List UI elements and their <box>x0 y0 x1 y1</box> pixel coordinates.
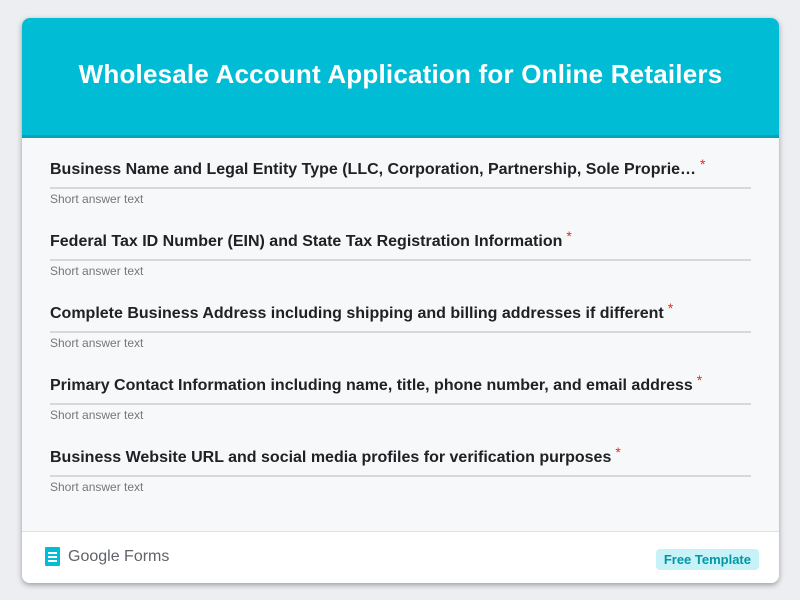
short-answer-input[interactable] <box>50 335 751 351</box>
question-list: Business Name and Legal Entity Type (LLC… <box>50 156 751 518</box>
answer-underline <box>50 403 751 405</box>
question-label: Complete Business Address including ship… <box>50 300 673 323</box>
required-asterisk: * <box>696 372 703 388</box>
question-label: Primary Contact Information including na… <box>50 372 702 395</box>
question-text: Business Name and Legal Entity Type (LLC… <box>50 161 697 178</box>
question-label: Business Name and Legal Entity Type (LLC… <box>50 156 706 179</box>
question-text: Primary Contact Information including na… <box>50 377 693 394</box>
google-forms-logo: Google Forms <box>45 547 169 566</box>
required-asterisk: * <box>700 156 706 172</box>
brand-name: Google Forms <box>68 547 170 565</box>
answer-underline <box>50 331 751 333</box>
short-answer-input[interactable] <box>50 263 751 279</box>
free-template-badge: Free Template <box>655 549 759 570</box>
question-text: Federal Tax ID Number (EIN) and State Ta… <box>50 233 563 250</box>
answer-underline <box>50 259 751 261</box>
short-answer-input[interactable] <box>50 479 751 495</box>
required-asterisk: * <box>566 228 572 244</box>
short-answer-input[interactable] <box>50 407 751 423</box>
question-item: Business Website URL and social media pr… <box>50 444 751 518</box>
required-asterisk: * <box>667 300 674 316</box>
question-item: Business Name and Legal Entity Type (LLC… <box>50 156 751 230</box>
question-item: Federal Tax ID Number (EIN) and State Ta… <box>50 228 751 302</box>
question-item: Complete Business Address including ship… <box>50 300 751 374</box>
google-forms-icon <box>45 547 60 566</box>
answer-underline <box>50 475 751 477</box>
question-label: Business Website URL and social media pr… <box>50 444 621 467</box>
question-label: Federal Tax ID Number (EIN) and State Ta… <box>50 228 572 251</box>
question-text: Complete Business Address including ship… <box>50 305 664 322</box>
question-text: Business Website URL and social media pr… <box>50 449 612 466</box>
answer-underline <box>50 187 751 189</box>
form-card: Wholesale Account Application for Online… <box>22 18 779 583</box>
form-footer: Google Forms Free Template <box>22 531 779 583</box>
form-title: Wholesale Account Application for Online… <box>78 59 723 89</box>
form-header: Wholesale Account Application for Online… <box>22 18 779 138</box>
required-asterisk: * <box>615 444 621 460</box>
question-item: Primary Contact Information including na… <box>50 372 751 446</box>
short-answer-input[interactable] <box>50 191 751 207</box>
